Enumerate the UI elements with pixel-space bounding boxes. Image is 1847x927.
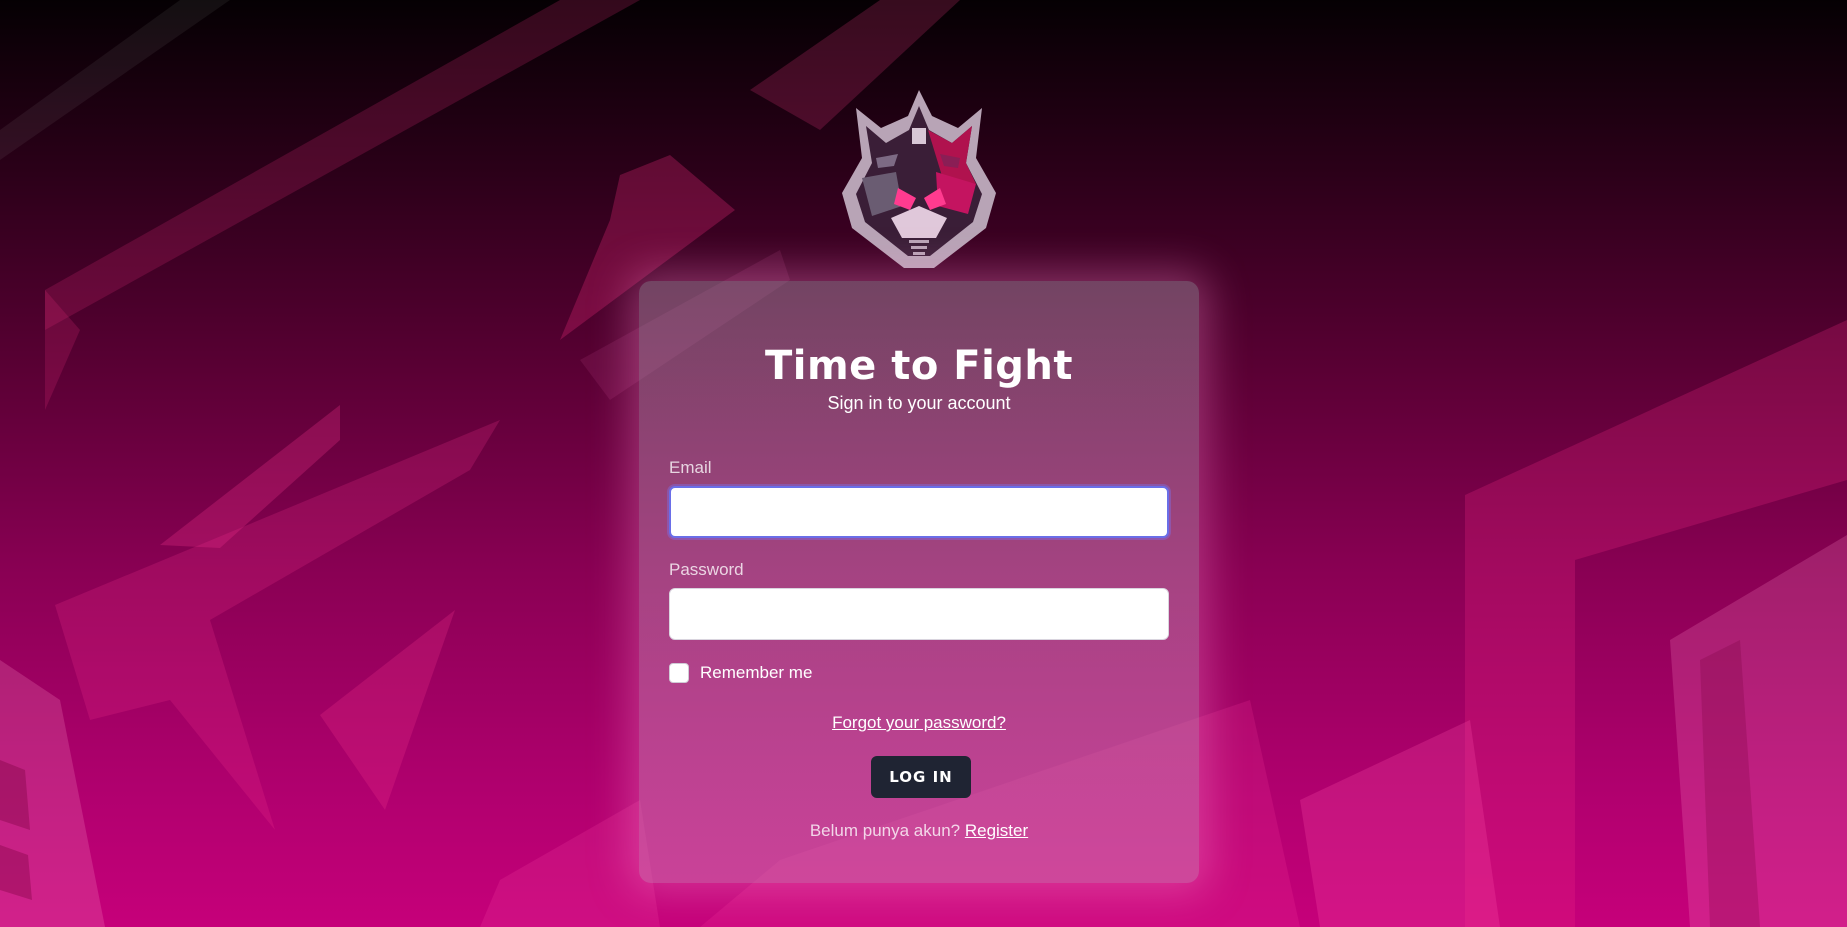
login-page: Time to Fight Sign in to your account Em… (0, 0, 1847, 927)
password-field[interactable] (669, 588, 1169, 640)
email-field[interactable] (669, 486, 1169, 538)
forgot-password-link[interactable]: Forgot your password? (639, 713, 1199, 733)
login-card: Time to Fight Sign in to your account Em… (639, 281, 1199, 883)
login-button[interactable]: LOG IN (871, 756, 971, 798)
robot-warrior-mask-logo (836, 88, 1002, 270)
register-prompt-line: Belum punya akun? Register (639, 821, 1199, 841)
remember-me-label[interactable]: Remember me (700, 663, 812, 683)
register-link[interactable]: Register (965, 821, 1028, 840)
register-prompt-text: Belum punya akun? (809, 821, 961, 840)
remember-me-option[interactable]: Remember me (669, 663, 812, 683)
password-label: Password (669, 560, 744, 579)
page-title: Time to Fight (764, 343, 1074, 389)
remember-me-checkbox[interactable] (669, 663, 689, 683)
page-subtitle: Sign in to your account (827, 393, 1011, 413)
email-label: Email (669, 458, 712, 477)
